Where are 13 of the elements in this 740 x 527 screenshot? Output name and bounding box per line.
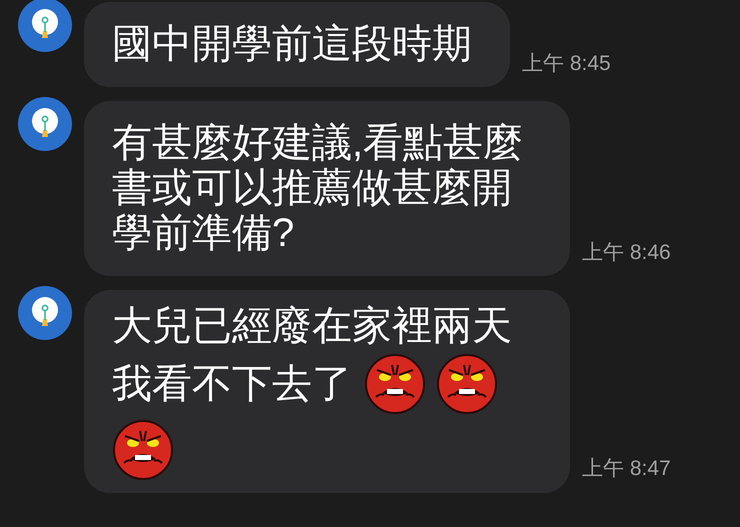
angry-face-icon [112,418,174,480]
message-text: 我看不下去了 [112,360,352,408]
avatar-lightbulb-icon[interactable] [18,286,72,340]
message-text: 國中開學前這段時期 [112,22,472,68]
avatar-lightbulb-icon[interactable] [18,0,72,52]
avatar-lightbulb-icon[interactable] [18,97,72,152]
timestamp: 上午 8:47 [582,456,671,482]
message-text: 大兒已經廢在家裡兩天 [112,303,512,350]
message-text: 有甚麼好建議,看點甚麼書或可以推薦做甚麼開學前準備? [112,121,524,256]
angry-face-icon [364,352,426,414]
angry-face-icon [436,352,498,414]
timestamp: 上午 8:45 [522,50,611,77]
timestamp: 上午 8:46 [582,240,671,266]
